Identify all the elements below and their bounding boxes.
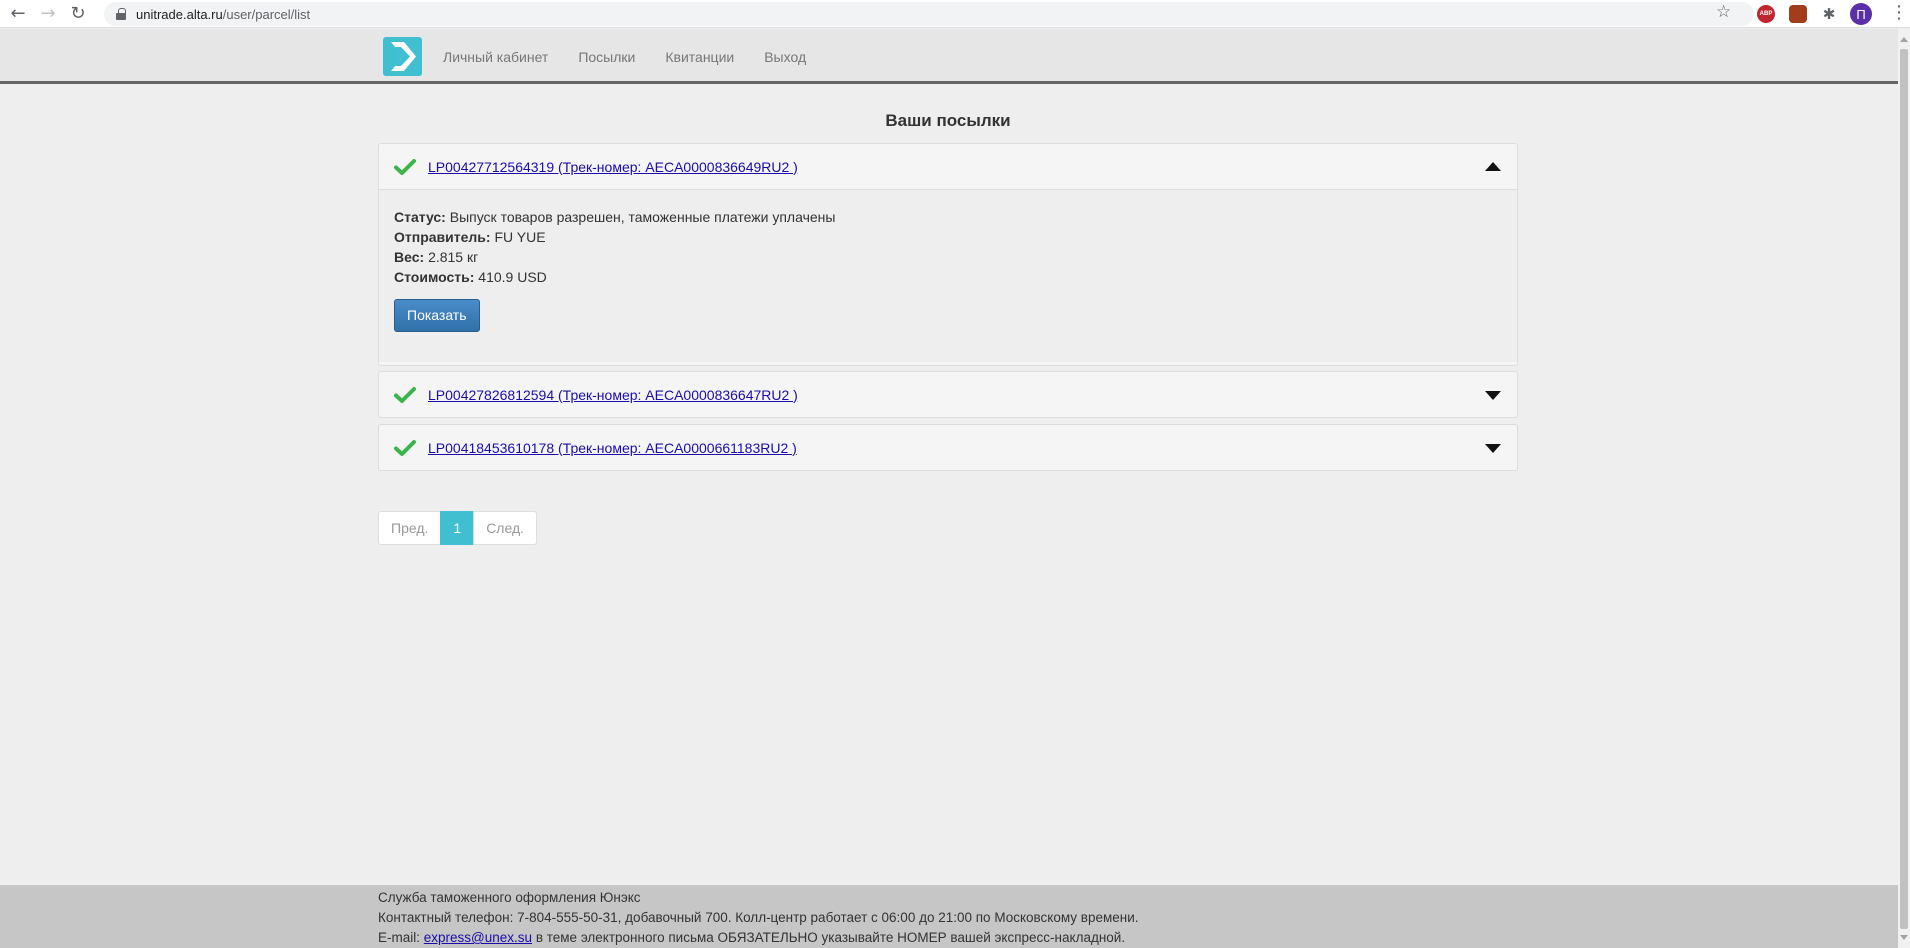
nav-logout[interactable]: Выход bbox=[764, 49, 806, 65]
status-value: Выпуск товаров разрешен, таможенные плат… bbox=[449, 209, 836, 225]
footer-service-name: Служба таможенного оформления Юнэкс bbox=[378, 890, 641, 905]
adblock-label: ABP bbox=[1759, 11, 1773, 17]
nav-personal-account[interactable]: Личный кабинет bbox=[443, 49, 548, 65]
parcel-panel-heading[interactable]: LP00427826812594 (Трек-номер: AECA000083… bbox=[379, 372, 1517, 417]
parcel-panel-heading[interactable]: LP00418453610178 (Трек-номер: AECA000066… bbox=[379, 425, 1517, 470]
nav-parcels[interactable]: Посылки bbox=[578, 49, 635, 65]
lock-icon[interactable] bbox=[116, 8, 126, 20]
collapse-caret-icon[interactable] bbox=[1485, 162, 1501, 171]
profile-avatar[interactable]: П bbox=[1850, 3, 1872, 25]
site-header: Личный кабинет Посылки Квитанции Выход bbox=[0, 29, 1898, 84]
parcel-panel: LP00427826812594 (Трек-номер: AECA000083… bbox=[378, 371, 1518, 418]
pagination-prev[interactable]: Пред. bbox=[378, 511, 442, 545]
extensions-puzzle-icon[interactable]: ✱ bbox=[1820, 5, 1838, 23]
cost-label: Стоимость: bbox=[394, 269, 475, 285]
sender-value: FU YUE bbox=[494, 229, 546, 245]
footer-email-label: E-mail: bbox=[378, 930, 421, 945]
footer-email-row: E-mail: express@unex.su в теме электронн… bbox=[378, 928, 1139, 948]
show-button[interactable]: Показать bbox=[394, 299, 480, 332]
main-nav: Личный кабинет Посылки Квитанции Выход bbox=[443, 29, 836, 84]
check-icon bbox=[394, 158, 416, 175]
parcel-link[interactable]: LP00427712564319 (Трек-номер: AECA000083… bbox=[428, 159, 798, 175]
site-logo[interactable] bbox=[383, 37, 422, 76]
reload-icon[interactable]: ↻ bbox=[66, 2, 90, 26]
nav-receipts[interactable]: Квитанции bbox=[665, 49, 734, 65]
footer-email-note: в теме электронного письма ОБЯЗАТЕЛЬНО у… bbox=[535, 930, 1126, 945]
footer-text: Служба таможенного оформления Юнэкс Конт… bbox=[378, 888, 1139, 948]
parcel-link[interactable]: LP00427826812594 (Трек-номер: AECA000083… bbox=[428, 387, 798, 403]
parcel-panel-heading[interactable]: LP00427712564319 (Трек-номер: AECA000083… bbox=[379, 144, 1517, 189]
adblock-extension-icon[interactable]: ABP bbox=[1757, 5, 1775, 23]
parcel-details: Статус: Выпуск товаров разрешен, таможен… bbox=[379, 189, 1517, 362]
address-bar[interactable]: unitrade.alta.ru/user/parcel/list bbox=[104, 2, 1754, 26]
weight-row: Вес: 2.815 кг bbox=[394, 247, 1502, 267]
pagination-next[interactable]: След. bbox=[473, 511, 538, 545]
check-icon bbox=[394, 439, 416, 456]
browser-menu-icon[interactable]: ⋮ bbox=[1890, 4, 1908, 22]
status-row: Статус: Выпуск товаров разрешен, таможен… bbox=[394, 207, 1502, 227]
scrollbar-thumb[interactable] bbox=[1900, 49, 1908, 929]
forward-arrow-icon[interactable]: → bbox=[36, 2, 60, 26]
pagination-page-1[interactable]: 1 bbox=[440, 511, 475, 545]
scroll-down-arrow-icon[interactable] bbox=[1900, 935, 1908, 940]
parcel-panel: LP00427712564319 (Трек-номер: AECA000083… bbox=[378, 143, 1518, 366]
check-icon bbox=[394, 386, 416, 403]
pagination: Пред. 1 След. bbox=[378, 511, 538, 545]
expand-caret-icon[interactable] bbox=[1485, 444, 1501, 453]
back-arrow-icon[interactable]: ← bbox=[6, 2, 30, 26]
scrollbar[interactable] bbox=[1898, 29, 1910, 948]
sender-row: Отправитель: FU YUE bbox=[394, 227, 1502, 247]
browser-toolbar: ← → ↻ unitrade.alta.ru/user/parcel/list … bbox=[0, 0, 1910, 28]
logo-chevron-icon bbox=[391, 42, 416, 71]
footer-email-link[interactable]: express@unex.su bbox=[424, 930, 532, 945]
weight-label: Вес: bbox=[394, 249, 425, 265]
cost-value: 410.9 USD bbox=[478, 269, 547, 285]
footer-contact-phone: Контактный телефон: 7-804-555-50-31, доб… bbox=[378, 910, 1139, 925]
weight-value: 2.815 кг bbox=[428, 249, 479, 265]
expand-caret-icon[interactable] bbox=[1485, 391, 1501, 400]
sender-label: Отправитель: bbox=[394, 229, 491, 245]
bookmark-star-icon[interactable]: ☆ bbox=[1716, 2, 1731, 22]
scroll-up-arrow-icon[interactable] bbox=[1900, 37, 1908, 42]
url-path: /user/parcel/list bbox=[222, 6, 311, 22]
url-domain: unitrade.alta.ru bbox=[136, 6, 223, 22]
parcel-panel: LP00418453610178 (Трек-номер: AECA000066… bbox=[378, 424, 1518, 471]
parcel-link[interactable]: LP00418453610178 (Трек-номер: AECA000066… bbox=[428, 440, 797, 456]
page-title: Ваши посылки bbox=[885, 111, 1011, 130]
extension-icon[interactable] bbox=[1789, 5, 1807, 23]
cost-row: Стоимость: 410.9 USD bbox=[394, 267, 1502, 287]
site-footer: Служба таможенного оформления Юнэкс Конт… bbox=[0, 885, 1898, 948]
status-label: Статус: bbox=[394, 209, 446, 225]
